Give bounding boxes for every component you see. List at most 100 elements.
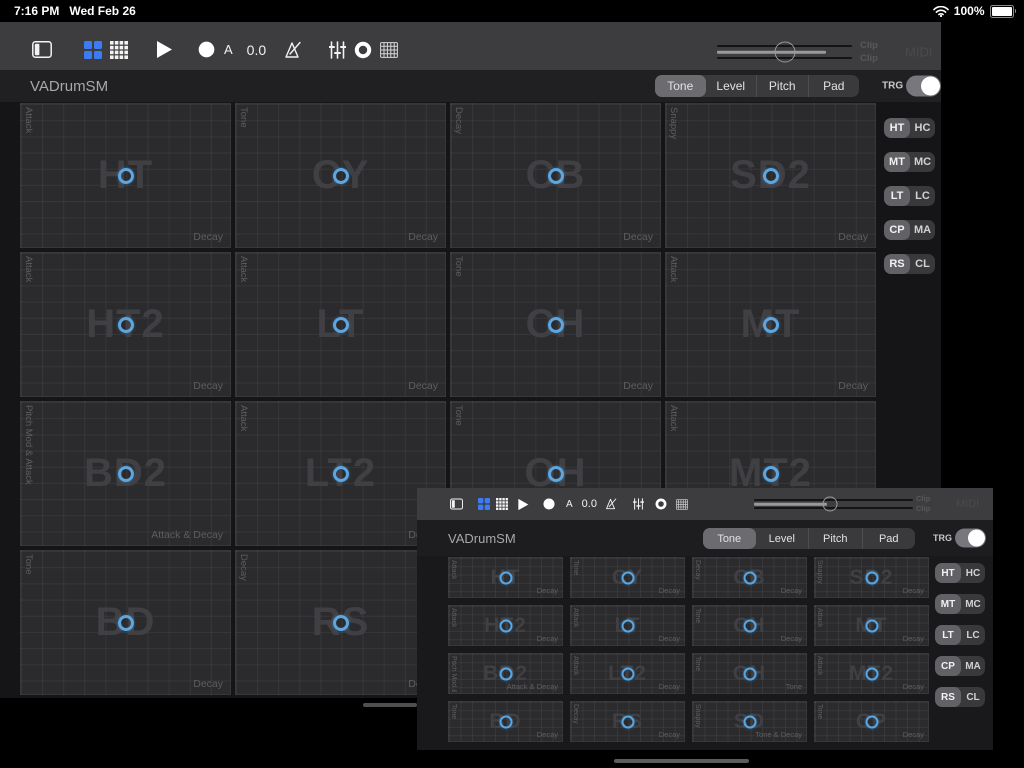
ring-icon[interactable] bbox=[655, 498, 667, 510]
kit-pair[interactable]: CP MA bbox=[884, 220, 935, 240]
xy-pad[interactable]: RS Decay Decay bbox=[235, 550, 446, 695]
tab[interactable]: Pad bbox=[808, 75, 860, 97]
xy-pad[interactable]: HT2 Attack Decay bbox=[20, 252, 231, 397]
tab-bar[interactable]: Tone Level Pitch Pad bbox=[703, 528, 915, 549]
kit-left-button[interactable]: MT bbox=[884, 152, 910, 172]
pad-cursor[interactable] bbox=[621, 571, 634, 584]
pad-cursor[interactable] bbox=[118, 615, 134, 631]
play-icon[interactable] bbox=[155, 40, 173, 59]
kit-pair[interactable]: RS CL bbox=[935, 687, 985, 707]
ring-icon[interactable] bbox=[354, 41, 372, 59]
xy-pad[interactable]: MT2 Attack Decay bbox=[814, 653, 929, 694]
pads-view-icon[interactable] bbox=[478, 498, 490, 510]
xy-pad[interactable]: LT Attack Decay bbox=[570, 605, 685, 646]
xy-pad[interactable]: CH Tone Decay bbox=[450, 252, 661, 397]
pad-cursor[interactable] bbox=[865, 571, 878, 584]
pad-cursor[interactable] bbox=[333, 615, 349, 631]
pad-cursor[interactable] bbox=[621, 619, 634, 632]
xy-pad[interactable]: BD2 Pitch Mod & Attack Attack & Decay bbox=[448, 653, 563, 694]
kit-pair[interactable]: HT HC bbox=[935, 563, 985, 583]
pad-cursor[interactable] bbox=[548, 317, 564, 333]
xy-pad[interactable]: SD Snappy Tone & Decay bbox=[692, 701, 807, 742]
kit-left-button[interactable]: CP bbox=[935, 656, 961, 676]
kit-left-button[interactable]: MT bbox=[935, 594, 961, 614]
kit-left-button[interactable]: RS bbox=[884, 254, 910, 274]
pad-cursor[interactable] bbox=[548, 466, 564, 482]
pad-cursor[interactable] bbox=[621, 667, 634, 680]
grid-sequencer-icon[interactable] bbox=[110, 41, 128, 59]
sidebar-toggle-icon[interactable] bbox=[32, 41, 52, 58]
pad-cursor[interactable] bbox=[621, 715, 634, 728]
xy-pad[interactable]: HT Attack Decay bbox=[20, 103, 231, 248]
pad-cursor[interactable] bbox=[743, 667, 756, 680]
slider-knob[interactable] bbox=[774, 42, 795, 63]
pad-cursor[interactable] bbox=[865, 715, 878, 728]
kit-pair[interactable]: HT HC bbox=[884, 118, 935, 138]
window-drag-handle[interactable] bbox=[363, 703, 417, 707]
xy-pad[interactable]: MT Attack Decay bbox=[665, 252, 876, 397]
xy-pad[interactable]: BD Tone Decay bbox=[448, 701, 563, 742]
xy-pad[interactable]: HT Attack Decay bbox=[448, 557, 563, 598]
kit-pair[interactable]: MT MC bbox=[884, 152, 935, 172]
grid-sequencer-icon[interactable] bbox=[496, 498, 508, 510]
volume-slider[interactable] bbox=[717, 43, 852, 61]
pad-cursor[interactable] bbox=[499, 619, 512, 632]
tab[interactable]: Pitch bbox=[756, 75, 808, 97]
xy-pad[interactable]: LT2 Attack Decay bbox=[235, 401, 446, 546]
xy-pad[interactable]: LT Attack Decay bbox=[235, 252, 446, 397]
kit-left-button[interactable]: HT bbox=[884, 118, 910, 138]
record-icon[interactable] bbox=[543, 498, 555, 510]
kit-right-button[interactable]: LC bbox=[961, 625, 985, 645]
kit-right-button[interactable]: CL bbox=[910, 254, 935, 274]
pad-cursor[interactable] bbox=[333, 168, 349, 184]
kit-pair[interactable]: CP MA bbox=[935, 656, 985, 676]
pad-cursor[interactable] bbox=[865, 667, 878, 680]
kit-right-button[interactable]: HC bbox=[910, 118, 935, 138]
pad-cursor[interactable] bbox=[333, 317, 349, 333]
pad-cursor[interactable] bbox=[499, 571, 512, 584]
tab[interactable]: Pitch bbox=[808, 528, 862, 549]
xy-pad[interactable]: CB Decay Decay bbox=[450, 103, 661, 248]
xy-pad[interactable]: CY Tone Decay bbox=[235, 103, 446, 248]
kit-left-button[interactable]: RS bbox=[935, 687, 961, 707]
kit-right-button[interactable]: MA bbox=[910, 220, 935, 240]
pad-cursor[interactable] bbox=[763, 466, 779, 482]
tempo-value[interactable]: 0.0 bbox=[247, 42, 266, 58]
tab[interactable]: Tone bbox=[703, 528, 756, 549]
pad-cursor[interactable] bbox=[118, 466, 134, 482]
kit-left-button[interactable]: CP bbox=[884, 220, 910, 240]
metronome-icon[interactable] bbox=[605, 498, 618, 510]
kit-right-button[interactable]: HC bbox=[961, 563, 985, 583]
xy-pad[interactable]: CB Decay Decay bbox=[692, 557, 807, 598]
kit-pair[interactable]: LT LC bbox=[935, 625, 985, 645]
xy-pad[interactable]: BD Tone Decay bbox=[20, 550, 231, 695]
xy-pad[interactable]: RS Decay Decay bbox=[570, 701, 685, 742]
accent-button[interactable]: A bbox=[566, 499, 573, 510]
accent-button[interactable]: A bbox=[224, 42, 233, 57]
tab[interactable]: Tone bbox=[655, 75, 706, 97]
tab[interactable]: Level bbox=[706, 75, 757, 97]
kit-pair[interactable]: MT MC bbox=[935, 594, 985, 614]
kit-right-button[interactable]: CL bbox=[961, 687, 985, 707]
pad-cursor[interactable] bbox=[763, 317, 779, 333]
xy-pad[interactable]: OH Tone Tone bbox=[692, 653, 807, 694]
pad-cursor[interactable] bbox=[865, 619, 878, 632]
record-icon[interactable] bbox=[198, 41, 215, 58]
home-indicator[interactable] bbox=[614, 759, 749, 763]
pad-cursor[interactable] bbox=[118, 168, 134, 184]
kit-left-button[interactable]: LT bbox=[884, 186, 910, 206]
kit-left-button[interactable]: LT bbox=[935, 625, 961, 645]
kit-right-button[interactable]: LC bbox=[910, 186, 935, 206]
tab[interactable]: Level bbox=[756, 528, 809, 549]
metronome-icon[interactable] bbox=[284, 41, 303, 59]
xy-pad[interactable]: SD2 Snappy Decay bbox=[665, 103, 876, 248]
pad-cursor[interactable] bbox=[333, 466, 349, 482]
grid-table-icon[interactable] bbox=[676, 499, 688, 510]
trg-toggle[interactable] bbox=[906, 76, 941, 97]
pad-cursor[interactable] bbox=[118, 317, 134, 333]
pad-cursor[interactable] bbox=[499, 667, 512, 680]
kit-pair[interactable]: RS CL bbox=[884, 254, 935, 274]
pad-cursor[interactable] bbox=[548, 168, 564, 184]
trg-toggle[interactable] bbox=[955, 529, 986, 548]
pads-view-icon[interactable] bbox=[84, 41, 102, 59]
